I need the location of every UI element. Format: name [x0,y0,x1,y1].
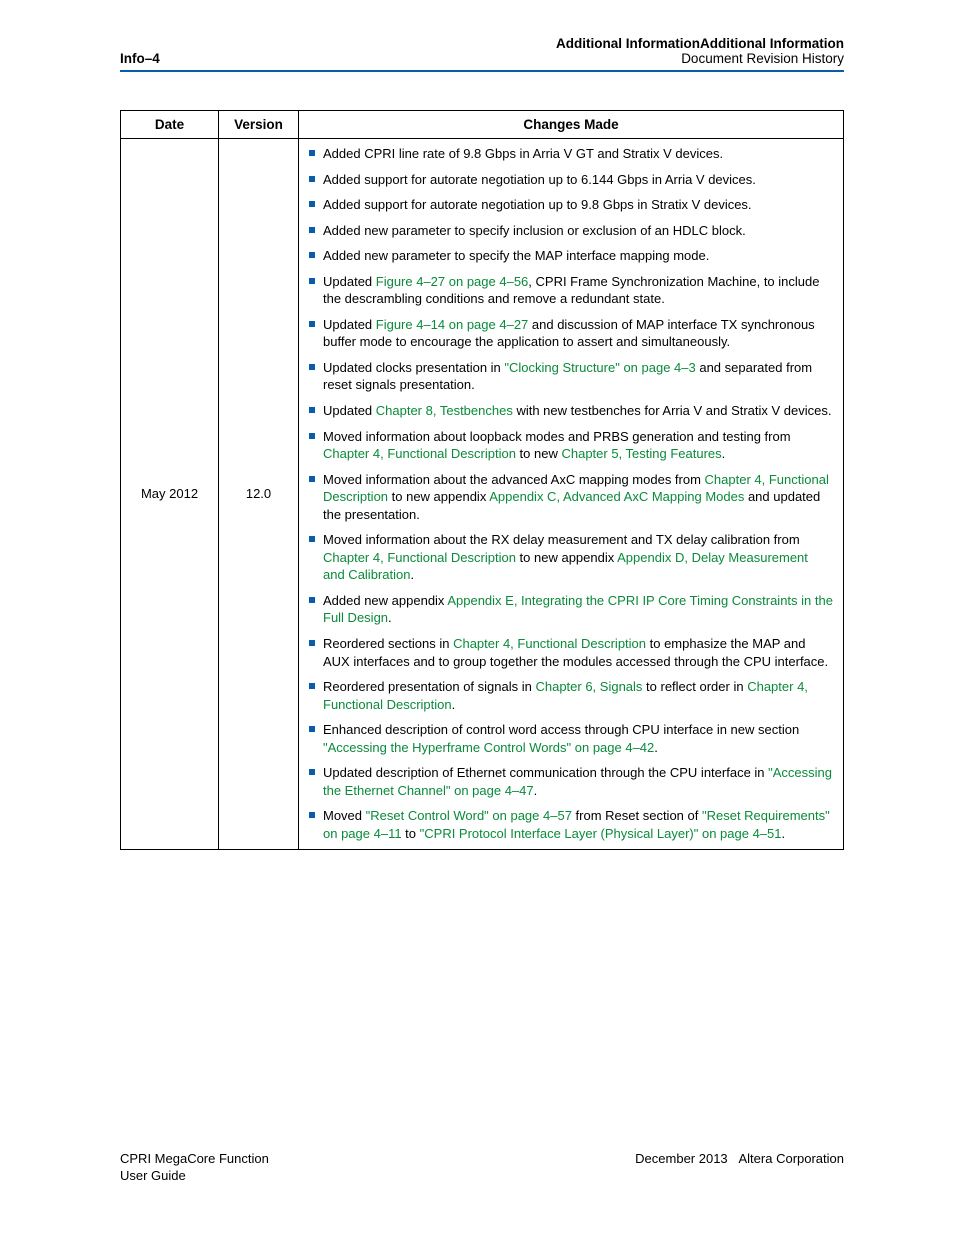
list-item: Added new parameter to specify inclusion… [309,222,833,240]
cross-ref-link[interactable]: Chapter 4, Functional Description [453,636,646,651]
col-date: Date [121,111,219,139]
cross-ref-link[interactable]: Chapter 4, Functional Description [323,550,516,565]
cross-ref-link[interactable]: Chapter 5, Testing Features [561,446,721,461]
header-title: Additional InformationAdditional Informa… [556,36,844,51]
footer-org: Altera Corporation [739,1151,845,1166]
text-run: to [402,826,420,841]
header-subtitle: Document Revision History [556,51,844,66]
text-run: Updated [323,317,376,332]
text-run: Moved [323,808,366,823]
text-run: . [388,610,392,625]
text-run: Updated [323,274,376,289]
footer-left: CPRI MegaCore Function User Guide [120,1150,269,1185]
text-run: Updated clocks presentation in [323,360,504,375]
footer-doc-title: CPRI MegaCore Function [120,1151,269,1166]
cross-ref-link[interactable]: Figure 4–27 on page 4–56 [376,274,529,289]
list-item: Enhanced description of control word acc… [309,721,833,756]
cross-ref-link[interactable]: Appendix C, Advanced AxC Mapping Modes [489,489,744,504]
table-header-row: Date Version Changes Made [121,111,844,139]
cross-ref-link[interactable]: Figure 4–14 on page 4–27 [376,317,529,332]
list-item: Added new parameter to specify the MAP i… [309,247,833,265]
cross-ref-link[interactable]: "CPRI Protocol Interface Layer (Physical… [420,826,782,841]
changes-list: Added CPRI line rate of 9.8 Gbps in Arri… [309,145,833,843]
text-run: Added new parameter to specify the MAP i… [323,248,709,263]
list-item: Updated Figure 4–27 on page 4–56, CPRI F… [309,273,833,308]
list-item: Moved information about the RX delay mea… [309,531,833,584]
cell-version: 12.0 [219,139,299,850]
text-run: with new testbenches for Arria V and Str… [513,403,832,418]
list-item: Updated Chapter 8, Testbenches with new … [309,402,833,420]
revision-table: Date Version Changes Made May 2012 12.0 … [120,110,844,850]
list-item: Reordered sections in Chapter 4, Functio… [309,635,833,670]
text-run: from Reset section of [572,808,702,823]
text-run: Added new parameter to specify inclusion… [323,223,746,238]
cross-ref-link[interactable]: Chapter 8, Testbenches [376,403,513,418]
list-item: Moved information about the advanced AxC… [309,471,833,524]
text-run: . [722,446,726,461]
text-run: Reordered sections in [323,636,453,651]
text-run: . [654,740,658,755]
text-run: . [452,697,456,712]
list-item: Updated Figure 4–14 on page 4–27 and dis… [309,316,833,351]
cell-date: May 2012 [121,139,219,850]
page: Info–4 Additional InformationAdditional … [0,0,954,1235]
text-run: Added CPRI line rate of 9.8 Gbps in Arri… [323,146,723,161]
cell-changes: Added CPRI line rate of 9.8 Gbps in Arri… [299,139,844,850]
text-run: to new appendix [516,550,617,565]
table-row: May 2012 12.0 Added CPRI line rate of 9.… [121,139,844,850]
list-item: Updated clocks presentation in "Clocking… [309,359,833,394]
text-run: Added new appendix [323,593,447,608]
footer-right: December 2013 Altera Corporation [635,1150,844,1185]
cross-ref-link[interactable]: "Reset Control Word" on page 4–57 [366,808,572,823]
text-run: Enhanced description of control word acc… [323,722,799,737]
footer-doc-subtitle: User Guide [120,1168,186,1183]
text-run: Updated description of Ethernet communic… [323,765,768,780]
header-section: Additional InformationAdditional Informa… [556,36,844,66]
list-item: Added support for autorate negotiation u… [309,171,833,189]
text-run: . [782,826,786,841]
cross-ref-link[interactable]: Chapter 4, Functional Description [323,446,516,461]
header-page-label: Info–4 [120,51,160,66]
list-item: Moved "Reset Control Word" on page 4–57 … [309,807,833,842]
text-run: to new appendix [388,489,489,504]
cross-ref-link[interactable]: Chapter 6, Signals [535,679,642,694]
list-item: Added CPRI line rate of 9.8 Gbps in Arri… [309,145,833,163]
list-item: Reordered presentation of signals in Cha… [309,678,833,713]
list-item: Moved information about loopback modes a… [309,428,833,463]
cross-ref-link[interactable]: "Accessing the Hyperframe Control Words"… [323,740,654,755]
page-footer: CPRI MegaCore Function User Guide Decemb… [120,1150,844,1185]
text-run: Reordered presentation of signals in [323,679,535,694]
page-header: Info–4 Additional InformationAdditional … [120,36,844,72]
text-run: to reflect order in [642,679,747,694]
text-run: Moved information about loopback modes a… [323,429,791,444]
col-changes: Changes Made [299,111,844,139]
col-version: Version [219,111,299,139]
cross-ref-link[interactable]: "Clocking Structure" on page 4–3 [504,360,695,375]
footer-date: December 2013 [635,1151,728,1166]
text-run: Added support for autorate negotiation u… [323,172,756,187]
text-run: Moved information about the RX delay mea… [323,532,800,547]
list-item: Added support for autorate negotiation u… [309,196,833,214]
text-run: to new [516,446,562,461]
text-run: . [410,567,414,582]
text-run: . [534,783,538,798]
text-run: Updated [323,403,376,418]
list-item: Updated description of Ethernet communic… [309,764,833,799]
text-run: Moved information about the advanced AxC… [323,472,705,487]
text-run: Added support for autorate negotiation u… [323,197,752,212]
list-item: Added new appendix Appendix E, Integrati… [309,592,833,627]
